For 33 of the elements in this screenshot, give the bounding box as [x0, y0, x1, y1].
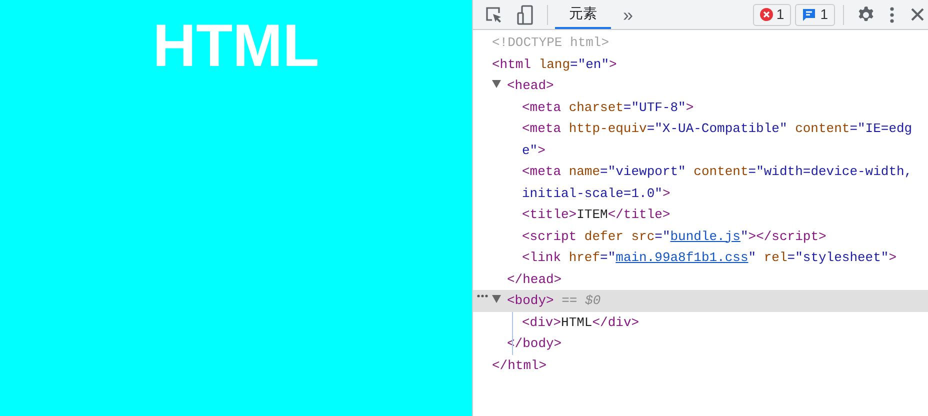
- code-line: </head>: [507, 270, 562, 288]
- close-icon[interactable]: [911, 8, 924, 21]
- more-options-icon[interactable]: [890, 6, 894, 22]
- code-line: <meta name="viewport" content="width=device-width,: [522, 163, 912, 181]
- expanded-triangle-icon[interactable]: [492, 80, 501, 88]
- code-line: <meta http-equiv="X-UA-Compatible" content="IE=edg: [522, 120, 912, 138]
- selected-row[interactable]: <body> == $0: [473, 290, 928, 312]
- code-line: </html>: [492, 356, 547, 374]
- code-line: <meta charset="UTF-8">: [522, 98, 694, 116]
- code-line: <!DOCTYPE html>: [492, 34, 610, 52]
- message-icon: [802, 8, 816, 22]
- code-line: </body>: [507, 335, 562, 353]
- code-line: <script defer src="bundle.js"></script>: [522, 228, 826, 246]
- file-link[interactable]: bundle.js: [670, 228, 740, 244]
- code-line: e">: [522, 142, 546, 160]
- code-line: <link href="main.99a8f1b1.css" rel="stylesheet">: [522, 249, 897, 267]
- file-link[interactable]: main.99a8f1b1.css: [616, 250, 748, 265]
- code-line: <div>HTML</div>: [522, 314, 640, 332]
- code-line: <body> == $0: [507, 292, 601, 310]
- code-line: <head>: [507, 77, 554, 95]
- ellipsis-icon[interactable]: [477, 294, 488, 298]
- elements-tab[interactable]: 元素: [555, 0, 611, 29]
- code-line: initial-scale=1.0">: [522, 184, 670, 202]
- code-line: <html lang="en">: [492, 56, 617, 74]
- device-icon[interactable]: [517, 4, 533, 24]
- code-line: <title>ITEM</title>: [522, 206, 670, 224]
- error-icon: [760, 8, 774, 21]
- expanded-triangle-icon[interactable]: [492, 295, 501, 303]
- errors-badge[interactable]: 1: [753, 4, 792, 26]
- page-heading: HTML: [152, 16, 320, 76]
- messages-badge[interactable]: 1: [795, 4, 835, 26]
- more-tabs-button[interactable]: »: [623, 6, 634, 24]
- inspect-icon[interactable]: [485, 6, 503, 24]
